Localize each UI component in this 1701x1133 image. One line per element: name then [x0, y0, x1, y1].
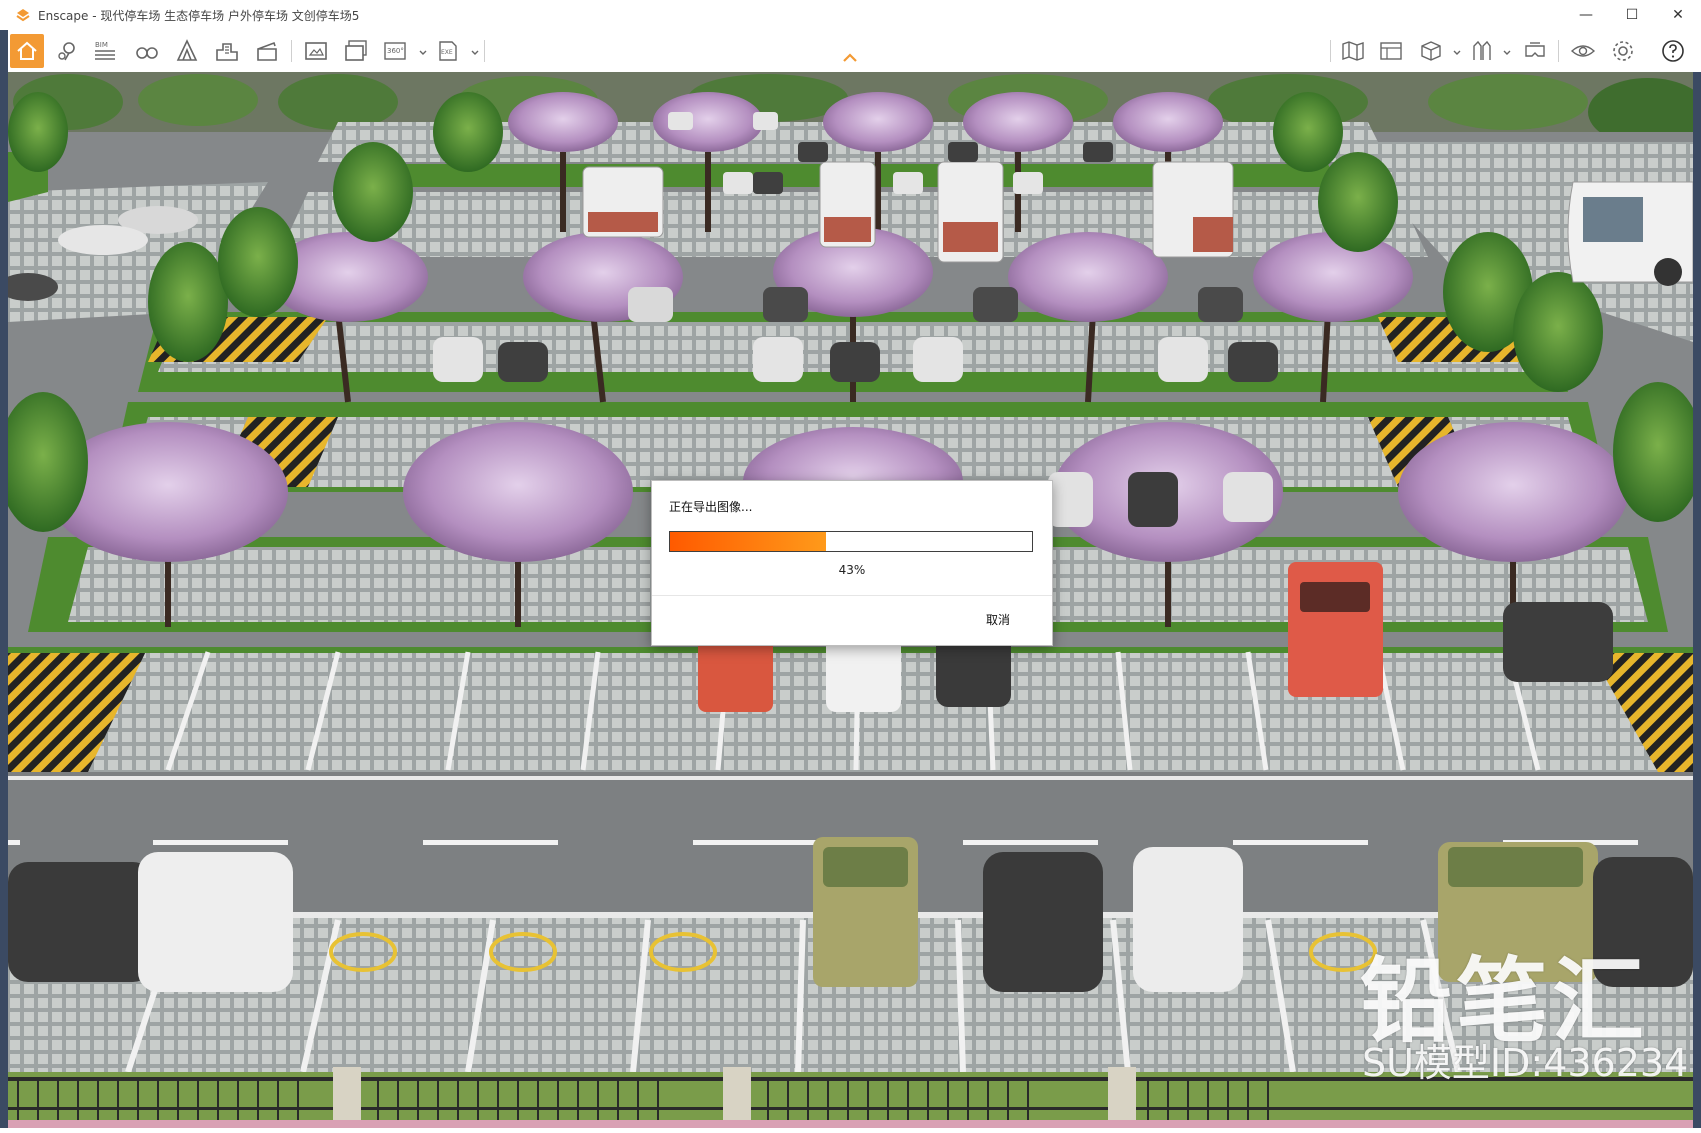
toolbar-separator [1558, 40, 1559, 62]
gear-icon [1613, 41, 1633, 61]
export-progress-fill [670, 532, 826, 551]
batch-render-icon [345, 40, 367, 61]
eye-icon [1570, 45, 1596, 57]
maximize-button[interactable]: ☐ [1609, 0, 1655, 30]
progress-percent-label: 43% [838, 563, 866, 577]
toolbar-separator [291, 40, 292, 62]
vr-headset-icon [1525, 42, 1545, 57]
svg-text:BIM: BIM [95, 41, 108, 49]
settings-button[interactable] [1606, 34, 1640, 68]
export-progress-bar [669, 531, 1033, 552]
map-icon [1342, 41, 1364, 61]
location-pin-icon [58, 42, 75, 61]
vr-button[interactable] [1518, 34, 1552, 68]
city-icon [216, 43, 238, 61]
asset-library-icon [1473, 40, 1491, 60]
screenshot-button[interactable] [299, 34, 333, 68]
help-icon [1662, 40, 1684, 62]
building-outline-icon [176, 39, 198, 61]
dialog-divider [652, 595, 1052, 596]
exe-dropdown-caret-icon[interactable] [470, 48, 480, 58]
window-left-frame [0, 30, 8, 1133]
bim-icon: BIM [95, 41, 115, 60]
batch-render-button[interactable] [339, 34, 373, 68]
close-button[interactable]: ✕ [1655, 0, 1701, 30]
help-button[interactable] [1656, 34, 1690, 68]
toolbar-separator [1330, 40, 1331, 62]
window-controls: — ☐ ✕ [1563, 0, 1701, 30]
svg-text:EXE: EXE [441, 49, 453, 56]
location-button[interactable] [50, 34, 84, 68]
toolbar-collapse-chevron-up-icon[interactable] [842, 52, 858, 64]
clapperboard-icon [257, 41, 277, 61]
view-mode-button[interactable] [170, 34, 204, 68]
cancel-button[interactable]: 取消 [986, 611, 1010, 628]
watermark-model-id: SU模型ID:436234 [1362, 1041, 1689, 1085]
window-title: Enscape - 现代停车场 生态停车场 户外停车场 文创停车场5 [38, 8, 360, 23]
svg-text:360°: 360° [387, 47, 404, 55]
toolbar-separator [484, 40, 485, 62]
enscape-logo-icon [16, 9, 30, 22]
map-button[interactable] [1336, 34, 1370, 68]
binoculars-icon [136, 47, 158, 59]
exe-export-button[interactable]: EXE [432, 34, 466, 68]
minimize-button[interactable]: — [1563, 0, 1609, 30]
screenshot-icon [305, 42, 327, 60]
cube-view-icon [1421, 41, 1441, 61]
title-bar: Enscape - 现代停车场 生态停车场 户外停车场 文创停车场5 — ☐ ✕ [0, 0, 1701, 30]
export-progress-dialog: 正在导出图像... 43% 取消 [651, 480, 1053, 646]
window-right-frame [1693, 72, 1701, 1133]
panorama-button[interactable]: 360° [379, 34, 413, 68]
cube-dropdown-caret-icon[interactable] [1452, 48, 1462, 58]
home-icon [17, 41, 37, 60]
video-editor-button[interactable] [250, 34, 284, 68]
panorama-360-icon: 360° [384, 42, 406, 60]
city-button[interactable] [210, 34, 244, 68]
cube-view-button[interactable] [1414, 34, 1448, 68]
exe-export-icon: EXE [439, 41, 457, 61]
bim-table-button[interactable] [1374, 34, 1408, 68]
bim-button[interactable]: BIM [88, 34, 122, 68]
visual-settings-button[interactable] [1566, 34, 1600, 68]
dialog-title: 正在导出图像... [669, 500, 753, 514]
bim-table-icon [1380, 42, 1402, 60]
walk-mode-button[interactable] [130, 34, 164, 68]
panorama-dropdown-caret-icon[interactable] [418, 48, 428, 58]
enscape-window: Enscape - 现代停车场 生态停车场 户外停车场 文创停车场5 — ☐ ✕… [0, 0, 1701, 1133]
home-button[interactable] [10, 34, 44, 68]
window-bottom-frame [0, 1128, 1701, 1133]
asset-library-button[interactable] [1466, 34, 1500, 68]
asset-dropdown-caret-icon[interactable] [1502, 48, 1512, 58]
